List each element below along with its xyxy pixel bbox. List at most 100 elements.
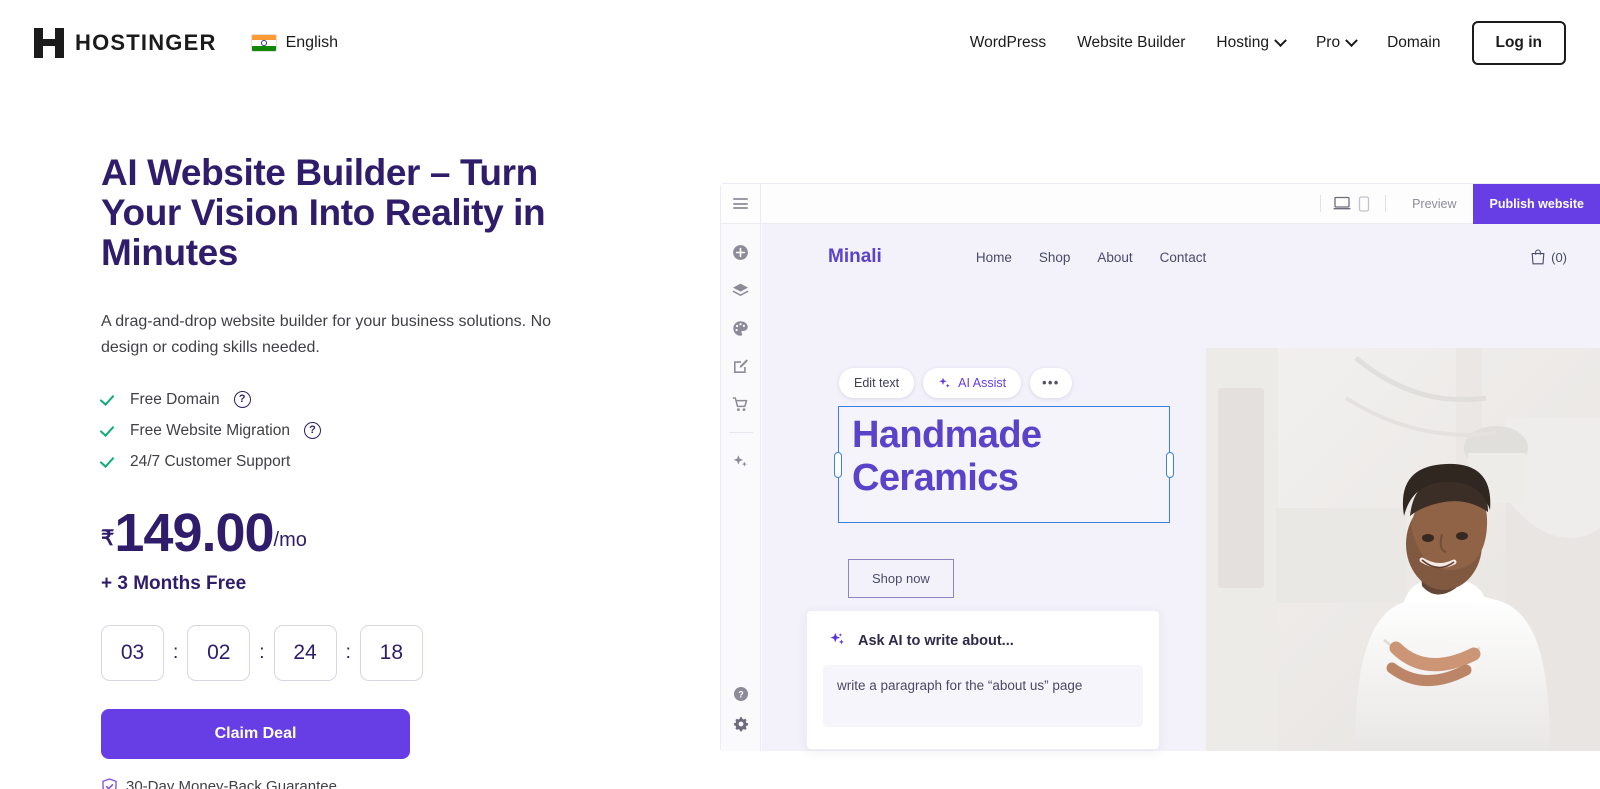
mockup-nav-home[interactable]: Home [976,250,1012,265]
check-icon [101,423,116,438]
more-options-button[interactable]: ••• [1030,368,1072,398]
resize-handle-right[interactable] [1166,451,1174,478]
price-amount: 149.00 [114,502,274,563]
timer-separator: : [259,641,265,663]
claim-deal-button[interactable]: Claim Deal [101,708,410,759]
settings-gear-icon[interactable] [731,714,751,734]
mockup-hero-heading[interactable]: Handmade Ceramics [852,414,1152,499]
timer-separator: : [173,641,179,663]
help-icon[interactable]: ? [731,684,751,704]
preview-button[interactable]: Preview [1412,197,1456,211]
hamburger-icon [733,198,748,209]
timer-separator: : [345,641,351,663]
price-period: /mo [273,528,307,551]
element-toolbar: Edit text AI Assist ••• [839,368,1072,398]
divider [728,432,753,433]
help-icon[interactable]: ? [303,422,321,440]
mockup-nav-shop[interactable]: Shop [1039,250,1071,265]
nav-item-hosting[interactable]: Hosting [1216,33,1287,52]
nav-item-website-builder[interactable]: Website Builder [1077,34,1185,52]
nav-item-domain[interactable]: Domain [1387,34,1440,52]
mockup-site-header: Minali Home Shop About Contact (0) [762,224,1600,290]
mockup-site-logo: Minali [828,246,882,267]
svg-text:?: ? [738,690,744,700]
feature-label: Free Domain [130,390,220,408]
ai-sparkle-icon[interactable] [731,451,751,471]
layers-icon[interactable] [731,280,751,300]
edit-pencil-icon[interactable] [731,356,751,376]
feature-label: 24/7 Customer Support [130,452,291,470]
hero-left-column: AI Website Builder – Turn Your Vision In… [101,153,661,789]
nav-item-pro[interactable]: Pro [1315,33,1358,52]
nav-item-wordpress[interactable]: WordPress [970,34,1046,52]
publish-website-button[interactable]: Publish website [1472,183,1600,224]
nav-label: Website Builder [1077,34,1186,51]
landing-page: HOSTINGER English WordPress Website Buil… [0,0,1600,789]
ai-writer-panel: Ask AI to write about... write a paragra… [806,610,1160,750]
countdown-days: 03 [101,624,164,681]
language-selector[interactable]: English [250,34,339,52]
brand-group[interactable]: HOSTINGER [34,28,217,58]
ai-assist-button[interactable]: AI Assist [923,368,1022,398]
countdown-minutes: 24 [273,624,337,681]
mockup-hero-image [1206,348,1600,751]
mockup-nav-about[interactable]: About [1097,250,1132,265]
cart-icon[interactable] [731,394,751,414]
hero-subtitle: A drag-and-drop website builder for your… [101,312,552,356]
chevron-down-icon [1345,33,1358,47]
hamburger-menu-button[interactable] [721,184,761,223]
countdown-seconds: 18 [359,624,423,681]
nav-label: WordPress [969,34,1047,51]
ai-panel-title: Ask AI to write about... [858,632,1014,649]
mockup-nav-contact[interactable]: Contact [1160,250,1207,265]
page-title: AI Website Builder – Turn Your Vision In… [101,152,546,273]
list-item: 24/7 Customer Support [101,453,661,471]
top-navigation-bar: HOSTINGER English WordPress Website Buil… [0,0,1600,86]
mockup-cart[interactable]: (0) [1531,249,1567,265]
price-display: ₹ 149.00 /mo [101,502,661,563]
palette-icon[interactable] [731,318,751,338]
editor-toolbar: Preview Publish website [721,183,1600,224]
check-icon [101,454,116,469]
divider [1320,195,1322,212]
ai-prompt-input[interactable]: write a paragraph for the “about us” pag… [823,665,1143,727]
resize-handle-left[interactable] [834,451,842,478]
add-element-icon[interactable] [731,242,751,262]
feature-label: Free Website Migration [130,421,290,439]
editor-toolbar-right: Preview Publish website [1310,183,1600,224]
mockup-site-nav: Home Shop About Contact [976,250,1206,265]
check-icon [101,392,116,407]
desktop-view-icon[interactable] [1331,193,1353,215]
list-item: Free Website Migration ? [101,422,661,440]
list-item: Free Domain ? [101,391,661,409]
ai-sparkle-icon [939,377,950,388]
ai-assist-label: AI Assist [958,376,1007,390]
cart-count: (0) [1551,249,1567,265]
login-button[interactable]: Log in [1471,21,1566,65]
ai-sparkle-icon [830,632,844,645]
india-flag-icon [250,34,277,52]
ai-panel-header: Ask AI to write about... [807,611,1159,649]
shield-check-icon [101,777,118,789]
editor-sidebar: ? [721,224,761,751]
brand-name: HOSTINGER [75,30,217,55]
edit-text-button[interactable]: Edit text [839,368,915,398]
mobile-view-icon[interactable] [1353,193,1375,215]
nav-label: Pro [1315,34,1341,51]
countdown-hours: 02 [187,624,251,681]
help-icon[interactable]: ? [233,391,251,409]
currency-symbol: ₹ [101,526,115,550]
shopping-bag-icon [1531,249,1545,265]
nav-label: Domain [1387,34,1441,51]
mockup-shop-now-button[interactable]: Shop now [848,559,954,598]
language-label: English [285,34,339,51]
divider [1385,195,1387,212]
money-back-guarantee: 30-Day Money-Back Guarantee [101,777,661,789]
guarantee-label: 30-Day Money-Back Guarantee [126,778,337,789]
nav-label: Hosting [1216,34,1269,51]
feature-list: Free Domain ? Free Website Migration ? 2… [101,391,661,471]
bonus-label: + 3 Months Free [101,572,247,594]
countdown-timer: 03 : 02 : 24 : 18 [101,624,661,681]
primary-nav: WordPress Website Builder Hosting Pro Do… [970,21,1566,65]
edit-text-label: Edit text [854,376,900,390]
